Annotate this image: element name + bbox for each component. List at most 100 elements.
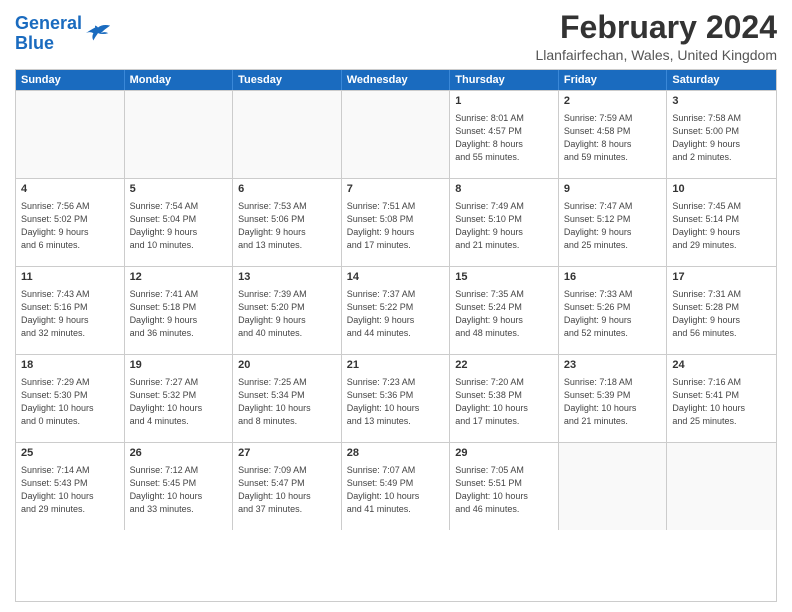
calendar-body: 1 Sunrise: 8:01 AMSunset: 4:57 PMDaylight… xyxy=(16,90,776,530)
day-number: 22 xyxy=(455,358,553,373)
day-cell-8: 8 Sunrise: 7:49 AMSunset: 5:10 PMDaylight… xyxy=(450,179,559,266)
day-info: Sunrise: 7:35 AMSunset: 5:24 PMDaylight:… xyxy=(455,288,553,340)
day-cell-28: 28 Sunrise: 7:07 AMSunset: 5:49 PMDayligh… xyxy=(342,443,451,530)
day-number: 8 xyxy=(455,182,553,197)
location: Llanfairfechan, Wales, United Kingdom xyxy=(536,47,778,63)
day-info: Sunrise: 8:01 AMSunset: 4:57 PMDaylight:… xyxy=(455,112,553,164)
day-number: 17 xyxy=(672,270,771,285)
day-header-saturday: Saturday xyxy=(667,70,776,90)
day-info: Sunrise: 7:25 AMSunset: 5:34 PMDaylight:… xyxy=(238,376,336,428)
day-info: Sunrise: 7:43 AMSunset: 5:16 PMDaylight:… xyxy=(21,288,119,340)
day-number: 25 xyxy=(21,446,119,461)
day-cell-24: 24 Sunrise: 7:16 AMSunset: 5:41 PMDayligh… xyxy=(667,355,776,442)
day-cell-9: 9 Sunrise: 7:47 AMSunset: 5:12 PMDaylight… xyxy=(559,179,668,266)
day-cell-26: 26 Sunrise: 7:12 AMSunset: 5:45 PMDayligh… xyxy=(125,443,234,530)
day-cell-7: 7Sunrise: 7:51 AMSunset: 5:08 PMDaylight… xyxy=(342,179,451,266)
day-info: Sunrise: 7:58 AMSunset: 5:00 PMDaylight:… xyxy=(672,112,771,164)
day-number: 18 xyxy=(21,358,119,373)
day-number: 16 xyxy=(564,270,662,285)
week-row-1: 1 Sunrise: 8:01 AMSunset: 4:57 PMDaylight… xyxy=(16,90,776,178)
day-info: Sunrise: 7:31 AMSunset: 5:28 PMDaylight:… xyxy=(672,288,771,340)
day-number: 29 xyxy=(455,446,553,461)
day-info: Sunrise: 7:39 AMSunset: 5:20 PMDaylight:… xyxy=(238,288,336,340)
title-block: February 2024 Llanfairfechan, Wales, Uni… xyxy=(536,10,778,63)
day-cell-21: 21 Sunrise: 7:23 AMSunset: 5:36 PMDayligh… xyxy=(342,355,451,442)
day-number: 2 xyxy=(564,94,662,109)
day-number: 20 xyxy=(238,358,336,373)
logo-icon xyxy=(84,20,112,48)
page: General Blue February 2024 Llanfairfecha… xyxy=(0,0,792,612)
day-number: 10 xyxy=(672,182,771,197)
day-cell-16: 16 Sunrise: 7:33 AMSunset: 5:26 PMDayligh… xyxy=(559,267,668,354)
day-number: 4 xyxy=(21,182,119,197)
day-number: 24 xyxy=(672,358,771,373)
day-number: 6 xyxy=(238,182,336,197)
day-number: 1 xyxy=(455,94,553,109)
day-cell-14: 14 Sunrise: 7:37 AMSunset: 5:22 PMDayligh… xyxy=(342,267,451,354)
empty-cell xyxy=(16,91,125,178)
day-info: Sunrise: 7:37 AMSunset: 5:22 PMDaylight:… xyxy=(347,288,445,340)
day-info: Sunrise: 7:47 AMSunset: 5:12 PMDaylight:… xyxy=(564,200,662,252)
day-header-monday: Monday xyxy=(125,70,234,90)
week-row-5: 25 Sunrise: 7:14 AMSunset: 5:43 PMDayligh… xyxy=(16,442,776,530)
day-number: 3 xyxy=(672,94,771,109)
day-cell-6: 6Sunrise: 7:53 AMSunset: 5:06 PMDaylight… xyxy=(233,179,342,266)
day-info: Sunrise: 7:20 AMSunset: 5:38 PMDaylight:… xyxy=(455,376,553,428)
day-number: 26 xyxy=(130,446,228,461)
empty-cell xyxy=(559,443,668,530)
day-info: Sunrise: 7:23 AMSunset: 5:36 PMDaylight:… xyxy=(347,376,445,428)
day-number: 21 xyxy=(347,358,445,373)
empty-cell xyxy=(342,91,451,178)
day-cell-19: 19Sunrise: 7:27 AMSunset: 5:32 PMDayligh… xyxy=(125,355,234,442)
logo-line2: Blue xyxy=(15,33,54,53)
day-info: Sunrise: 7:59 AMSunset: 4:58 PMDaylight:… xyxy=(564,112,662,164)
day-cell-10: 10 Sunrise: 7:45 AMSunset: 5:14 PMDayligh… xyxy=(667,179,776,266)
day-info: Sunrise: 7:33 AMSunset: 5:26 PMDaylight:… xyxy=(564,288,662,340)
day-cell-29: 29 Sunrise: 7:05 AMSunset: 5:51 PMDayligh… xyxy=(450,443,559,530)
day-info: Sunrise: 7:09 AMSunset: 5:47 PMDaylight:… xyxy=(238,464,336,516)
day-info: Sunrise: 7:05 AMSunset: 5:51 PMDaylight:… xyxy=(455,464,553,516)
day-number: 9 xyxy=(564,182,662,197)
day-cell-5: 5 Sunrise: 7:54 AMSunset: 5:04 PMDaylight… xyxy=(125,179,234,266)
day-info: Sunrise: 7:12 AMSunset: 5:45 PMDaylight:… xyxy=(130,464,228,516)
day-info: Sunrise: 7:18 AMSunset: 5:39 PMDaylight:… xyxy=(564,376,662,428)
day-info: Sunrise: 7:29 AMSunset: 5:30 PMDaylight:… xyxy=(21,376,119,428)
day-number: 5 xyxy=(130,182,228,197)
day-cell-23: 23 Sunrise: 7:18 AMSunset: 5:39 PMDayligh… xyxy=(559,355,668,442)
day-info: Sunrise: 7:07 AMSunset: 5:49 PMDaylight:… xyxy=(347,464,445,516)
day-cell-18: 18 Sunrise: 7:29 AMSunset: 5:30 PMDayligh… xyxy=(16,355,125,442)
day-number: 14 xyxy=(347,270,445,285)
calendar: SundayMondayTuesdayWednesdayThursdayFrid… xyxy=(15,69,777,602)
logo-line1: General xyxy=(15,13,82,33)
day-number: 12 xyxy=(130,270,228,285)
day-info: Sunrise: 7:45 AMSunset: 5:14 PMDaylight:… xyxy=(672,200,771,252)
empty-cell xyxy=(233,91,342,178)
logo-text: General Blue xyxy=(15,14,82,54)
day-number: 23 xyxy=(564,358,662,373)
day-cell-15: 15 Sunrise: 7:35 AMSunset: 5:24 PMDayligh… xyxy=(450,267,559,354)
day-cell-4: 4 Sunrise: 7:56 AMSunset: 5:02 PMDaylight… xyxy=(16,179,125,266)
logo-content: General Blue xyxy=(15,14,82,54)
header: General Blue February 2024 Llanfairfecha… xyxy=(15,10,777,63)
day-cell-27: 27Sunrise: 7:09 AMSunset: 5:47 PMDayligh… xyxy=(233,443,342,530)
day-info: Sunrise: 7:14 AMSunset: 5:43 PMDaylight:… xyxy=(21,464,119,516)
day-header-thursday: Thursday xyxy=(450,70,559,90)
day-number: 13 xyxy=(238,270,336,285)
day-info: Sunrise: 7:49 AMSunset: 5:10 PMDaylight:… xyxy=(455,200,553,252)
day-header-tuesday: Tuesday xyxy=(233,70,342,90)
day-cell-11: 11Sunrise: 7:43 AMSunset: 5:16 PMDayligh… xyxy=(16,267,125,354)
day-cell-1: 1 Sunrise: 8:01 AMSunset: 4:57 PMDaylight… xyxy=(450,91,559,178)
day-info: Sunrise: 7:54 AMSunset: 5:04 PMDaylight:… xyxy=(130,200,228,252)
day-cell-3: 3 Sunrise: 7:58 AMSunset: 5:00 PMDaylight… xyxy=(667,91,776,178)
week-row-3: 11Sunrise: 7:43 AMSunset: 5:16 PMDayligh… xyxy=(16,266,776,354)
day-cell-25: 25 Sunrise: 7:14 AMSunset: 5:43 PMDayligh… xyxy=(16,443,125,530)
day-info: Sunrise: 7:41 AMSunset: 5:18 PMDaylight:… xyxy=(130,288,228,340)
month-title: February 2024 xyxy=(536,10,778,45)
day-number: 7 xyxy=(347,182,445,197)
day-info: Sunrise: 7:56 AMSunset: 5:02 PMDaylight:… xyxy=(21,200,119,252)
day-number: 28 xyxy=(347,446,445,461)
empty-cell xyxy=(125,91,234,178)
day-info: Sunrise: 7:16 AMSunset: 5:41 PMDaylight:… xyxy=(672,376,771,428)
day-cell-2: 2 Sunrise: 7:59 AMSunset: 4:58 PMDaylight… xyxy=(559,91,668,178)
day-number: 15 xyxy=(455,270,553,285)
